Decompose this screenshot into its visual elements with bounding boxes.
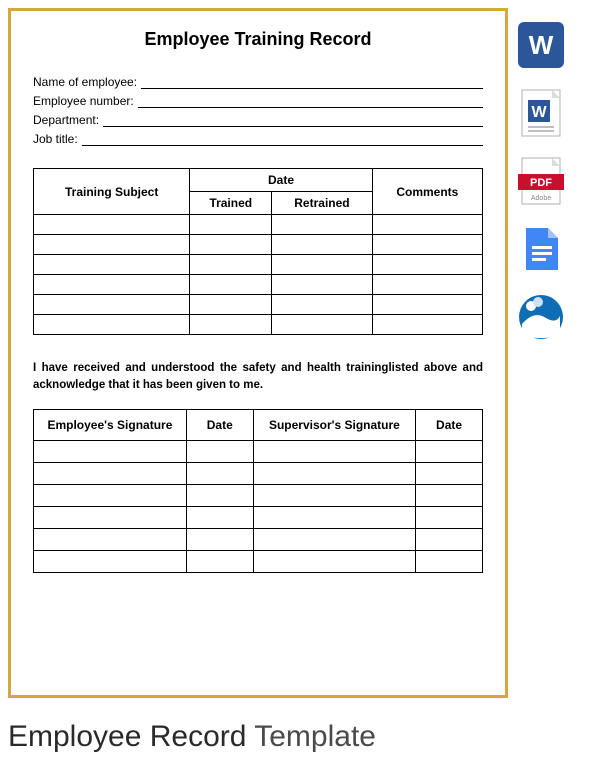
training-cell[interactable] (34, 275, 190, 295)
th-date2: Date (416, 409, 483, 440)
training-cell[interactable] (272, 315, 372, 335)
training-cell[interactable] (190, 255, 272, 275)
training-cell[interactable] (190, 315, 272, 335)
caption-bold: Employee Record (8, 720, 246, 753)
signature-row[interactable] (34, 550, 483, 572)
training-row[interactable] (34, 275, 483, 295)
svg-text:W: W (529, 30, 554, 60)
svg-text:W: W (531, 104, 547, 121)
training-cell[interactable] (372, 255, 482, 275)
th-date: Date (190, 169, 372, 192)
training-cell[interactable] (190, 215, 272, 235)
word-alt-icon[interactable]: W (516, 88, 566, 138)
signature-cell[interactable] (34, 528, 187, 550)
signature-cell[interactable] (186, 506, 253, 528)
signature-cell[interactable] (416, 506, 483, 528)
document-title: Employee Training Record (33, 29, 483, 50)
training-cell[interactable] (272, 215, 372, 235)
signature-row[interactable] (34, 528, 483, 550)
th-emp-sig: Employee's Signature (34, 409, 187, 440)
training-cell[interactable] (190, 275, 272, 295)
signature-cell[interactable] (253, 440, 415, 462)
signature-cell[interactable] (416, 484, 483, 506)
signature-cell[interactable] (253, 462, 415, 484)
signature-cell[interactable] (34, 550, 187, 572)
signature-cell[interactable] (253, 528, 415, 550)
training-cell[interactable] (372, 315, 482, 335)
signature-cell[interactable] (186, 550, 253, 572)
svg-text:PDF: PDF (530, 177, 552, 189)
signature-row[interactable] (34, 506, 483, 528)
training-cell[interactable] (34, 295, 190, 315)
input-line-jobtitle[interactable] (82, 132, 483, 146)
page-caption: Employee Record Template (8, 720, 376, 754)
training-cell[interactable] (372, 295, 482, 315)
input-line-number[interactable] (138, 94, 483, 108)
training-cell[interactable] (34, 235, 190, 255)
signature-row[interactable] (34, 462, 483, 484)
openoffice-icon[interactable] (516, 292, 566, 342)
field-number: Employee number: (33, 94, 483, 108)
acknowledgement-text: I have received and understood the safet… (33, 360, 483, 395)
training-cell[interactable] (272, 235, 372, 255)
input-line-department[interactable] (103, 113, 483, 127)
training-row[interactable] (34, 315, 483, 335)
th-trained: Trained (190, 192, 272, 215)
training-cell[interactable] (372, 215, 482, 235)
th-sup-sig: Supervisor's Signature (253, 409, 415, 440)
signature-cell[interactable] (416, 462, 483, 484)
svg-text:Adobe: Adobe (531, 195, 551, 202)
training-cell[interactable] (272, 295, 372, 315)
training-cell[interactable] (190, 295, 272, 315)
signature-cell[interactable] (253, 484, 415, 506)
th-date1: Date (186, 409, 253, 440)
th-retrained: Retrained (272, 192, 372, 215)
caption-rest: Template (246, 720, 376, 753)
training-cell[interactable] (190, 235, 272, 255)
training-cell[interactable] (34, 255, 190, 275)
training-cell[interactable] (372, 235, 482, 255)
label-department: Department: (33, 113, 103, 127)
training-row[interactable] (34, 235, 483, 255)
training-cell[interactable] (34, 315, 190, 335)
pdf-icon[interactable]: PDF Adobe (516, 156, 566, 206)
input-line-name[interactable] (141, 75, 483, 89)
signature-row[interactable] (34, 440, 483, 462)
training-record-document: Employee Training Record Name of employe… (8, 8, 508, 698)
signature-cell[interactable] (186, 484, 253, 506)
signature-table: Employee's Signature Date Supervisor's S… (33, 409, 483, 573)
field-department: Department: (33, 113, 483, 127)
signature-cell[interactable] (186, 462, 253, 484)
th-comments: Comments (372, 169, 482, 215)
training-cell[interactable] (34, 215, 190, 235)
field-jobtitle: Job title: (33, 132, 483, 146)
training-row[interactable] (34, 295, 483, 315)
signature-row[interactable] (34, 484, 483, 506)
signature-cell[interactable] (34, 484, 187, 506)
file-format-sidebar: W W PDF Adobe (516, 8, 566, 342)
label-number: Employee number: (33, 94, 138, 108)
signature-cell[interactable] (416, 528, 483, 550)
signature-cell[interactable] (34, 506, 187, 528)
field-name: Name of employee: (33, 75, 483, 89)
training-cell[interactable] (372, 275, 482, 295)
training-row[interactable] (34, 215, 483, 235)
training-row[interactable] (34, 255, 483, 275)
word-icon[interactable]: W (516, 20, 566, 70)
th-subject: Training Subject (34, 169, 190, 215)
signature-cell[interactable] (253, 550, 415, 572)
training-table: Training Subject Date Comments Trained R… (33, 168, 483, 335)
training-cell[interactable] (272, 255, 372, 275)
signature-cell[interactable] (416, 550, 483, 572)
label-name: Name of employee: (33, 75, 141, 89)
training-cell[interactable] (272, 275, 372, 295)
signature-cell[interactable] (186, 440, 253, 462)
google-doc-icon[interactable] (516, 224, 566, 274)
signature-cell[interactable] (34, 440, 187, 462)
signature-cell[interactable] (34, 462, 187, 484)
label-jobtitle: Job title: (33, 132, 82, 146)
signature-cell[interactable] (253, 506, 415, 528)
signature-cell[interactable] (186, 528, 253, 550)
signature-cell[interactable] (416, 440, 483, 462)
